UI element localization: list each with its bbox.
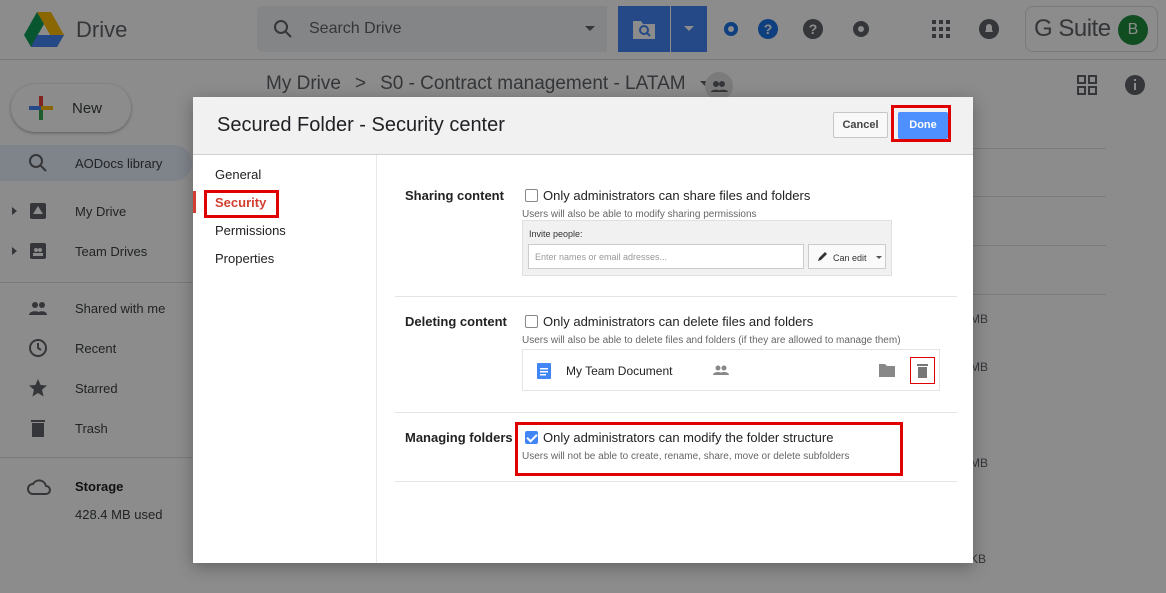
managing-section-label: Managing folders bbox=[405, 430, 513, 445]
deleting-option-text: Only administrators can delete files and… bbox=[543, 314, 814, 329]
dialog-nav: General Security Permissions Properties bbox=[193, 155, 377, 563]
pencil-icon bbox=[818, 252, 827, 261]
nav-permissions[interactable]: Permissions bbox=[215, 223, 286, 238]
deleting-note: Users will also be able to delete files … bbox=[522, 335, 901, 346]
folder-icon[interactable] bbox=[879, 363, 895, 377]
deleting-section-label: Deleting content bbox=[405, 314, 507, 329]
invite-input[interactable]: Enter names or email adresses... bbox=[528, 244, 804, 269]
invite-panel: Invite people: Enter names or email adre… bbox=[522, 220, 892, 276]
trash-icon bbox=[917, 364, 928, 378]
security-highlight-box bbox=[204, 190, 279, 218]
nav-properties[interactable]: Properties bbox=[215, 251, 274, 266]
shared-people-icon bbox=[713, 365, 729, 375]
document-row: My Team Document bbox=[522, 349, 940, 391]
sharing-section-label: Sharing content bbox=[405, 188, 504, 203]
permission-label: Can edit bbox=[833, 253, 867, 263]
dropdown-caret-icon bbox=[876, 256, 882, 259]
google-doc-icon bbox=[537, 363, 551, 379]
section-separator bbox=[395, 412, 957, 413]
section-separator bbox=[395, 481, 957, 482]
managing-highlight-box bbox=[515, 422, 903, 476]
cancel-button[interactable]: Cancel bbox=[833, 112, 888, 138]
permission-dropdown[interactable]: Can edit bbox=[808, 244, 886, 269]
done-highlight-box bbox=[891, 105, 951, 142]
nav-general[interactable]: General bbox=[215, 167, 261, 182]
dialog-header: Secured Folder - Security center Cancel … bbox=[193, 97, 973, 155]
nav-selected-indicator bbox=[193, 191, 196, 213]
dialog-title: Secured Folder - Security center bbox=[217, 114, 505, 136]
deleting-checkbox[interactable] bbox=[525, 315, 538, 328]
document-name: My Team Document bbox=[566, 364, 673, 378]
sharing-checkbox[interactable] bbox=[525, 189, 538, 202]
invite-label: Invite people: bbox=[529, 229, 583, 239]
section-separator bbox=[395, 296, 957, 297]
security-center-dialog: Secured Folder - Security center Cancel … bbox=[193, 97, 973, 563]
delete-button[interactable] bbox=[910, 357, 935, 384]
sharing-option-text: Only administrators can share files and … bbox=[543, 188, 811, 203]
sharing-note: Users will also be able to modify sharin… bbox=[522, 209, 757, 220]
